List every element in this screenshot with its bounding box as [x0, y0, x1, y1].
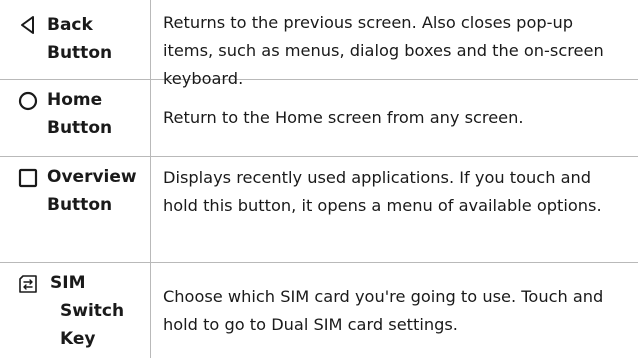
column-divider — [150, 0, 151, 358]
navigation-keys-table: Back Button Returns to the previous scre… — [0, 0, 638, 358]
overview-square-icon — [17, 167, 39, 189]
key-cell: Back Button — [0, 0, 150, 79]
home-circle-icon — [17, 90, 39, 112]
key-description: Displays recently used applications. If … — [163, 168, 602, 215]
key-cell: Home Button — [0, 80, 150, 156]
table-row-overview: Overview Button Displays recently used a… — [0, 157, 638, 263]
key-description: Choose which SIM card you're going to us… — [163, 287, 604, 334]
key-description: Return to the Home screen from any scree… — [163, 108, 524, 127]
table-row-sim-switch: SIM Switch Key Choose which SIM card you… — [0, 263, 638, 358]
key-name: Back Button — [47, 15, 113, 63]
key-name: SIM Switch Key — [50, 273, 125, 349]
key-name: Overview Button — [47, 167, 137, 215]
key-cell: Overview Button — [0, 157, 150, 262]
sim-switch-icon — [17, 273, 39, 295]
key-cell: SIM Switch Key — [0, 263, 150, 358]
table-row-back: Back Button Returns to the previous scre… — [0, 0, 638, 88]
key-name: Home Button — [47, 90, 113, 138]
table-row-home: Home Button Return to the Home screen fr… — [0, 80, 638, 157]
back-triangle-icon — [17, 14, 39, 36]
